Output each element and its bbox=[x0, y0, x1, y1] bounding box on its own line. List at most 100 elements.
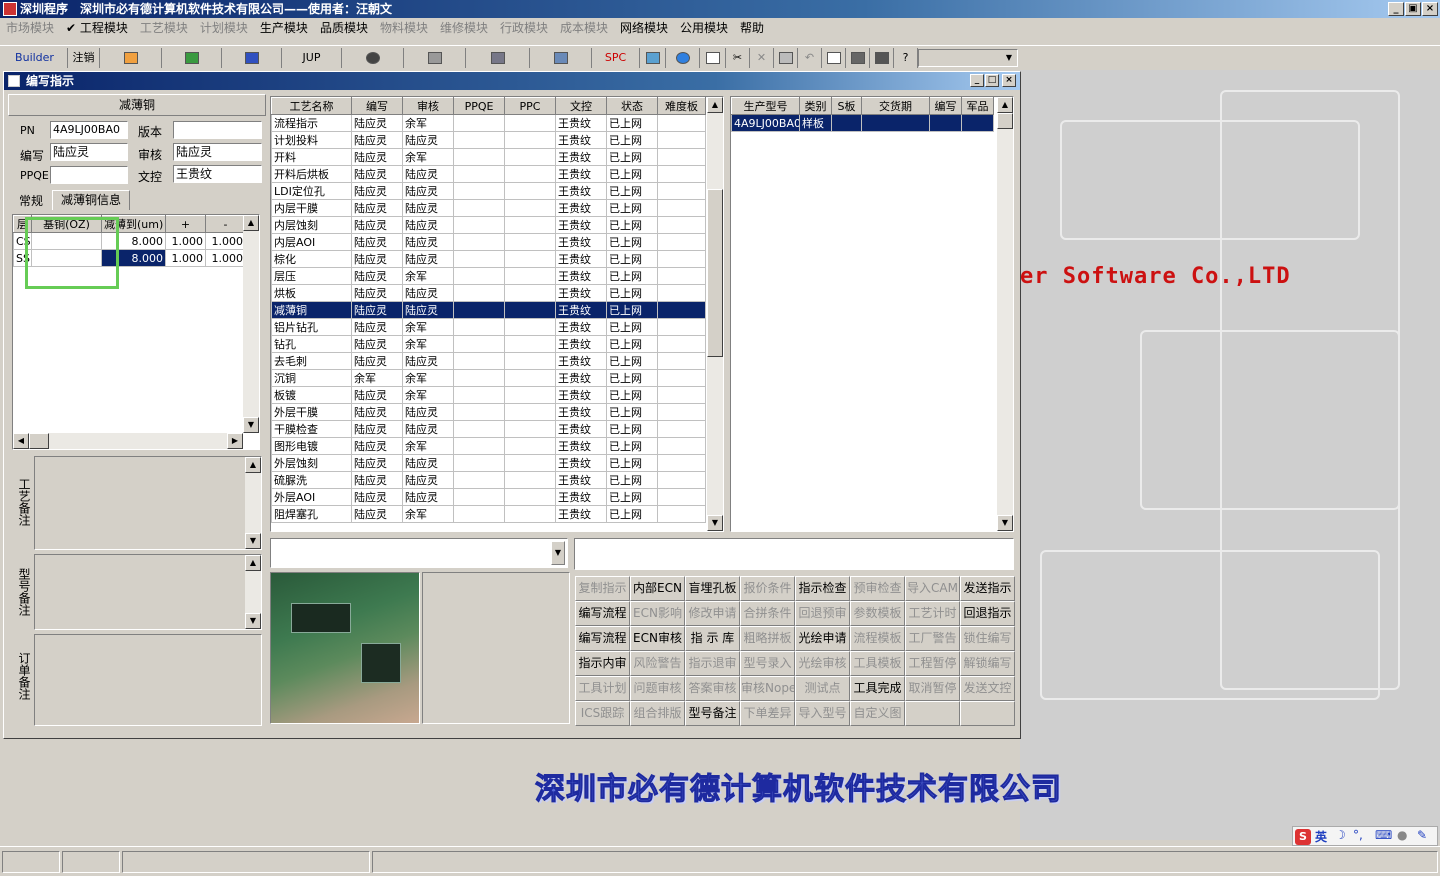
table-cell[interactable] bbox=[657, 454, 706, 472]
undo-icon[interactable]: ↶ bbox=[798, 48, 822, 68]
docctl-field[interactable]: 王贵纹 bbox=[173, 165, 262, 183]
table-row[interactable]: 内层AOI 陆应灵 陆应灵 王贵纹 已上网 bbox=[271, 233, 706, 251]
table-cell[interactable]: 王贵纹 bbox=[555, 318, 607, 336]
calculator-icon[interactable] bbox=[640, 48, 666, 68]
table-cell[interactable]: 陆应灵 bbox=[351, 148, 403, 166]
table-row[interactable]: LDI定位孔 陆应灵 陆应灵 王贵纹 已上网 bbox=[271, 182, 706, 200]
action-button[interactable]: 答案审核 bbox=[685, 676, 740, 701]
table-cell[interactable]: 1.000 bbox=[165, 232, 206, 250]
table-cell[interactable]: 陆应灵 bbox=[351, 216, 403, 234]
action-button[interactable]: 盲埋孔板 bbox=[685, 576, 740, 601]
table-cell[interactable]: 已上网 bbox=[606, 165, 658, 183]
column-header[interactable]: 交货期 bbox=[861, 97, 930, 115]
ppqe-field[interactable] bbox=[50, 166, 128, 184]
table-cell[interactable] bbox=[453, 488, 505, 506]
table-cell[interactable]: 样板 bbox=[799, 114, 832, 132]
table-row[interactable]: 开料 陆应灵 余军 王贵纹 已上网 bbox=[271, 148, 706, 166]
table-cell[interactable]: 王贵纹 bbox=[555, 182, 607, 200]
table-cell[interactable] bbox=[657, 267, 706, 285]
toolbar-combo[interactable]: ▼ bbox=[918, 49, 1018, 67]
action-button[interactable]: 指 示 库 bbox=[685, 626, 740, 651]
ime-tray[interactable]: S 英 ☽ °, ⌨ ● ✎ bbox=[1292, 826, 1438, 846]
table-cell[interactable]: 王贵纹 bbox=[555, 131, 607, 149]
table-cell[interactable]: 王贵纹 bbox=[555, 250, 607, 268]
table-cell[interactable]: 已上网 bbox=[606, 335, 658, 353]
table-cell[interactable]: 陆应灵 bbox=[351, 386, 403, 404]
action-button[interactable] bbox=[960, 701, 1015, 726]
right-input[interactable] bbox=[574, 538, 1014, 570]
table-cell[interactable]: 已上网 bbox=[606, 199, 658, 217]
table-row[interactable]: 钻孔 陆应灵 余军 王贵纹 已上网 bbox=[271, 335, 706, 353]
table-cell[interactable]: 图形电镀 bbox=[271, 437, 352, 455]
table-cell[interactable]: 已上网 bbox=[606, 114, 658, 132]
table-cell[interactable]: 陆应灵 bbox=[402, 301, 454, 319]
table-cell[interactable]: 陆应灵 bbox=[402, 488, 454, 506]
table-cell[interactable] bbox=[453, 352, 505, 370]
table-row[interactable]: 内层蚀刻 陆应灵 陆应灵 王贵纹 已上网 bbox=[271, 216, 706, 234]
restore-button[interactable]: ▣ bbox=[1405, 2, 1421, 16]
scroll-right-icon[interactable]: ▶ bbox=[227, 433, 243, 449]
action-button[interactable]: 组合排版 bbox=[630, 701, 685, 726]
table-cell[interactable]: 王贵纹 bbox=[555, 369, 607, 387]
network-icon[interactable] bbox=[466, 48, 530, 68]
scroll-up-icon[interactable]: ▲ bbox=[997, 97, 1013, 113]
menu-item[interactable]: 行政模块 bbox=[494, 18, 554, 38]
table-cell[interactable]: 王贵纹 bbox=[555, 114, 607, 132]
table-cell[interactable]: 已上网 bbox=[606, 233, 658, 251]
table-cell[interactable]: 王贵纹 bbox=[555, 267, 607, 285]
action-button[interactable]: 光绘审核 bbox=[795, 651, 850, 676]
action-button[interactable]: 解锁编写 bbox=[960, 651, 1015, 676]
cut-icon[interactable]: ✂ bbox=[726, 48, 750, 68]
table-cell[interactable]: 陆应灵 bbox=[351, 165, 403, 183]
table-cell[interactable] bbox=[504, 114, 556, 132]
table-cell[interactable]: 余军 bbox=[402, 369, 454, 387]
table-cell[interactable]: 已上网 bbox=[606, 403, 658, 421]
table-cell[interactable]: 层压 bbox=[271, 267, 352, 285]
table-cell[interactable]: 已上网 bbox=[606, 301, 658, 319]
table-cell[interactable] bbox=[504, 403, 556, 421]
table-cell[interactable] bbox=[657, 386, 706, 404]
table-cell[interactable]: 硫脲洗 bbox=[271, 471, 352, 489]
table-cell[interactable] bbox=[453, 165, 505, 183]
scroll-left-icon[interactable]: ◀ bbox=[13, 433, 29, 449]
table-cell[interactable] bbox=[453, 182, 505, 200]
review-field[interactable]: 陆应灵 bbox=[173, 143, 262, 161]
table-cell[interactable]: 陆应灵 bbox=[351, 131, 403, 149]
table-row[interactable]: 阻焊塞孔 陆应灵 余军 王贵纹 已上网 bbox=[271, 505, 706, 523]
table-cell[interactable] bbox=[657, 352, 706, 370]
table-row[interactable]: 沉铜 余军 余军 王贵纹 已上网 bbox=[271, 369, 706, 387]
table-cell[interactable] bbox=[657, 131, 706, 149]
chevron-down-icon[interactable]: ▼ bbox=[1001, 50, 1017, 66]
word-icon[interactable] bbox=[222, 48, 282, 68]
table-cell[interactable]: 余军 bbox=[402, 148, 454, 166]
table-cell[interactable] bbox=[453, 403, 505, 421]
table-cell[interactable]: 陆应灵 bbox=[351, 488, 403, 506]
table-cell[interactable]: 陆应灵 bbox=[402, 471, 454, 489]
remark-vscroll[interactable]: ▲ ▼ bbox=[245, 457, 261, 549]
table-cell[interactable]: 陆应灵 bbox=[402, 216, 454, 234]
table-cell[interactable]: 陆应灵 bbox=[402, 403, 454, 421]
table-cell[interactable]: 王贵纹 bbox=[555, 505, 607, 523]
action-button[interactable] bbox=[905, 701, 960, 726]
table-cell[interactable]: 已上网 bbox=[606, 505, 658, 523]
internet-icon[interactable] bbox=[666, 48, 700, 68]
thin-hscroll[interactable]: ◀ ▶ bbox=[13, 433, 243, 449]
table-cell[interactable]: 外层AOI bbox=[271, 488, 352, 506]
menu-item[interactable]: 工艺模块 bbox=[134, 18, 194, 38]
table-cell[interactable]: LDI定位孔 bbox=[271, 182, 352, 200]
table-cell[interactable]: 陆应灵 bbox=[402, 352, 454, 370]
close-button[interactable]: × bbox=[1422, 2, 1438, 16]
action-button[interactable]: 风险警告 bbox=[630, 651, 685, 676]
table-cell[interactable]: 余军 bbox=[402, 335, 454, 353]
action-button[interactable]: 修改申请 bbox=[685, 601, 740, 626]
action-button[interactable]: 下单差异 bbox=[740, 701, 795, 726]
menu-item[interactable]: 成本模块 bbox=[554, 18, 614, 38]
action-button[interactable]: 复制指示 bbox=[575, 576, 630, 601]
table-cell[interactable]: 计划投料 bbox=[271, 131, 352, 149]
action-button[interactable]: 工具模板 bbox=[850, 651, 905, 676]
ime-language[interactable]: 英 bbox=[1315, 828, 1327, 845]
column-header[interactable]: 工艺名称 bbox=[271, 97, 352, 115]
table-cell[interactable]: 干膜检查 bbox=[271, 420, 352, 438]
table-cell[interactable]: 铝片钻孔 bbox=[271, 318, 352, 336]
table-cell[interactable] bbox=[453, 505, 505, 523]
